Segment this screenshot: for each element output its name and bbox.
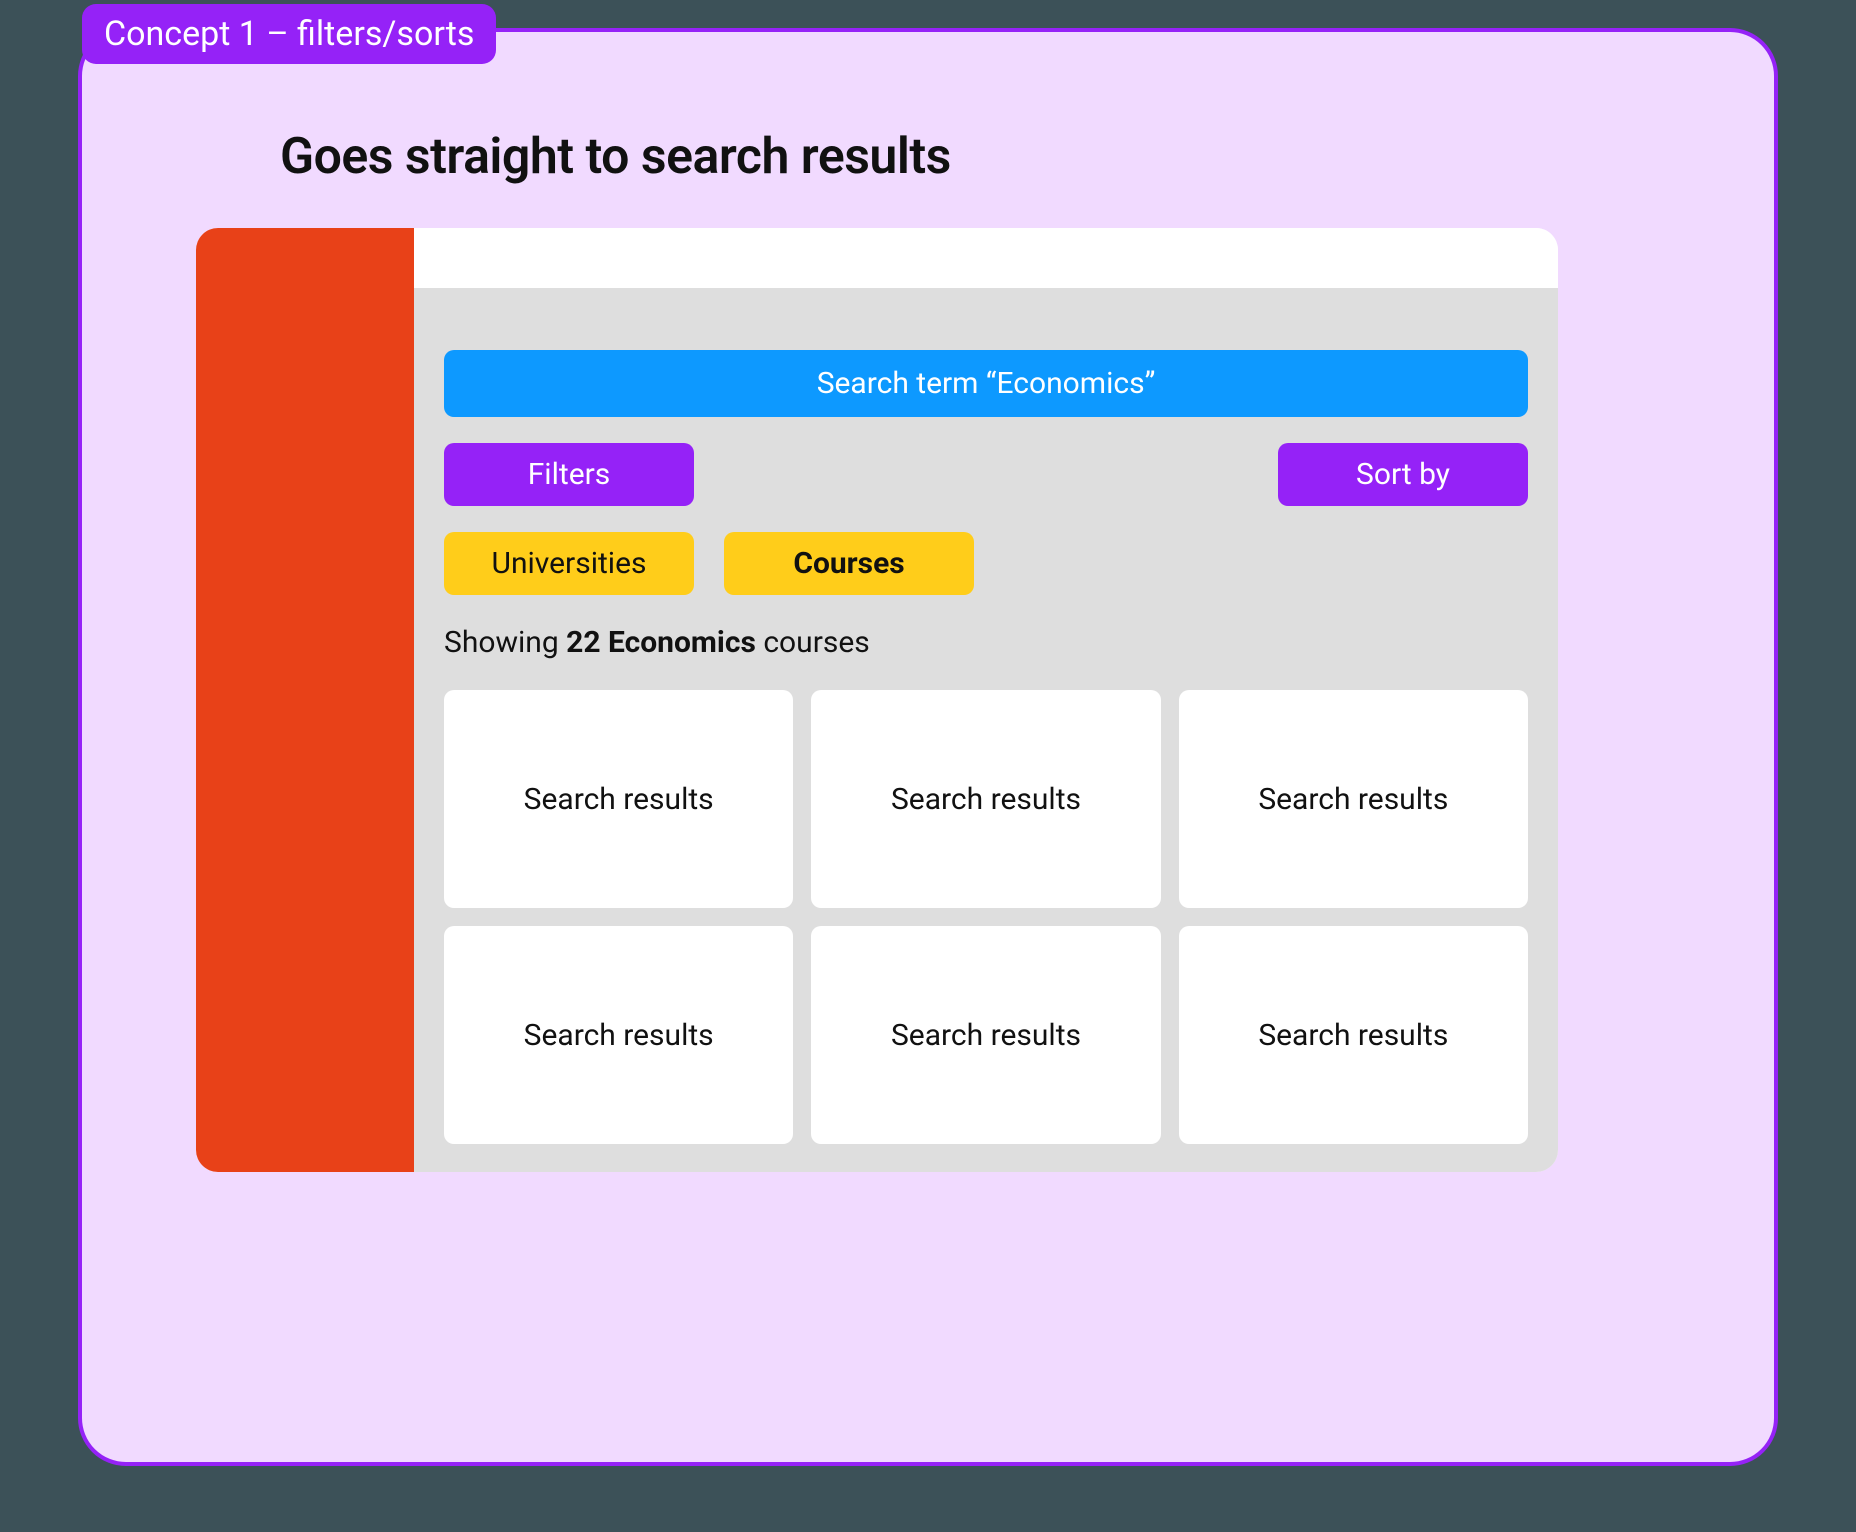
- results-count-bold: 22 Economics: [566, 625, 756, 660]
- page-title: Goes straight to search results: [280, 128, 1704, 186]
- result-card[interactable]: Search results: [811, 926, 1160, 1144]
- search-term-bar[interactable]: Search term “Economics”: [444, 350, 1528, 417]
- results-count-suffix: courses: [756, 625, 870, 660]
- concept-panel: Goes straight to search results Search t…: [78, 28, 1778, 1466]
- filters-button[interactable]: Filters: [444, 443, 694, 506]
- concept-badge: Concept 1 – filters/sorts: [82, 4, 496, 64]
- controls-row: Filters Sort by: [444, 443, 1528, 506]
- tab-courses[interactable]: Courses: [724, 532, 974, 595]
- results-count: Showing 22 Economics courses: [444, 625, 1528, 660]
- result-card[interactable]: Search results: [1179, 690, 1528, 908]
- sidebar: [196, 228, 414, 1172]
- result-card[interactable]: Search results: [444, 926, 793, 1144]
- topbar: [414, 228, 1558, 288]
- result-card[interactable]: Search results: [811, 690, 1160, 908]
- results-grid: Search results Search results Search res…: [444, 690, 1528, 1144]
- mockup-frame: Search term “Economics” Filters Sort by …: [196, 228, 1558, 1172]
- sort-by-button[interactable]: Sort by: [1278, 443, 1528, 506]
- tabs-row: Universities Courses: [444, 532, 1528, 595]
- content-area: Search term “Economics” Filters Sort by …: [414, 228, 1558, 1172]
- result-card[interactable]: Search results: [1179, 926, 1528, 1144]
- result-card[interactable]: Search results: [444, 690, 793, 908]
- main-area: Search term “Economics” Filters Sort by …: [414, 288, 1558, 1172]
- results-count-prefix: Showing: [444, 625, 566, 660]
- tab-universities[interactable]: Universities: [444, 532, 694, 595]
